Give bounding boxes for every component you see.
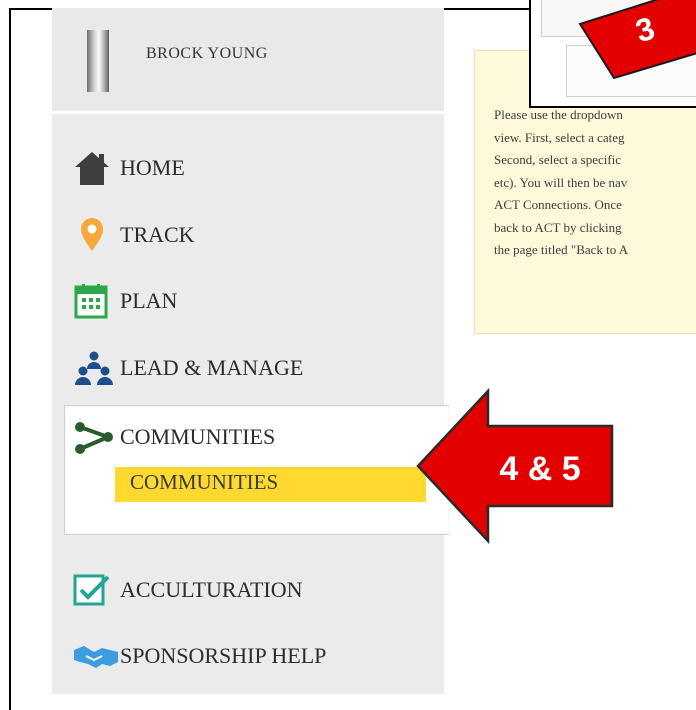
- instructions-line: etc). You will then be nav: [494, 174, 628, 190]
- instructions-line: view. First, select a categ: [494, 129, 625, 145]
- checkbox-icon: [72, 572, 120, 608]
- nav-label-sponsorship-help: SPONSORSHIP HELP: [120, 643, 327, 668]
- location-pin-icon: [72, 217, 120, 253]
- instructions-line: ACT Connections. Once: [494, 197, 622, 212]
- calendar-icon: [72, 283, 120, 319]
- instructions-line: the page titled "Back to A: [494, 242, 629, 257]
- team-icon: [72, 350, 120, 386]
- instructions-line: back to ACT by clicking: [494, 219, 622, 235]
- instructions-text: Please use the dropdown view. First, sel…: [494, 104, 696, 284]
- home-icon: [72, 150, 120, 186]
- handshake-icon: [72, 638, 120, 674]
- share-network-icon: [72, 419, 120, 455]
- nav-label-home: HOME: [120, 155, 185, 180]
- inset-screenshot-row: [566, 45, 696, 97]
- instructions-line: Second, select a specific: [494, 152, 622, 167]
- nav-item-communities[interactable]: COMMUNITIES: [72, 419, 275, 455]
- nav-item-home[interactable]: HOME: [72, 150, 185, 186]
- nav-label-track: TRACK: [120, 222, 195, 247]
- nav-label-acculturation: ACCULTURATION: [120, 577, 303, 602]
- nav-label-plan: PLAN: [120, 288, 178, 313]
- nav-item-lead-manage[interactable]: LEAD & MANAGE: [72, 350, 303, 386]
- submenu-label-communities: COMMUNITIES: [130, 470, 279, 494]
- inset-screenshot-row: [541, 0, 696, 37]
- nav-item-plan[interactable]: PLAN: [72, 283, 177, 319]
- nav-label-communities: COMMUNITIES: [120, 424, 276, 449]
- nav-item-sponsorship-help[interactable]: SPONSORSHIP HELP: [72, 638, 326, 674]
- avatar[interactable]: [87, 30, 109, 92]
- profile-name: BROCK YOUNG: [146, 45, 268, 62]
- nav-label-lead-manage: LEAD & MANAGE: [120, 355, 304, 380]
- nav-item-track[interactable]: TRACK: [72, 217, 195, 253]
- nav-item-acculturation[interactable]: ACCULTURATION: [72, 572, 303, 608]
